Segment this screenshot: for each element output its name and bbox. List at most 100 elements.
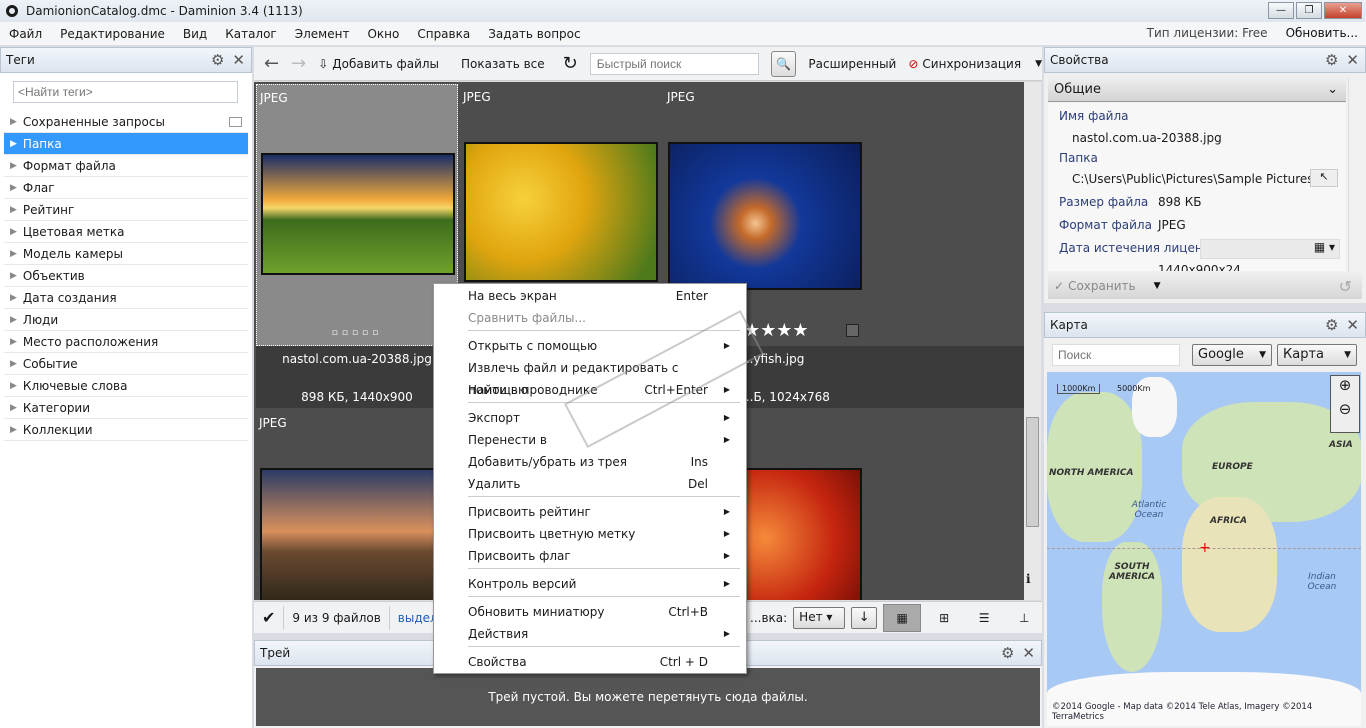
map-search-input[interactable] — [1052, 344, 1180, 366]
expand-triangle-icon[interactable]: ▶ — [10, 249, 17, 259]
expand-triangle-icon[interactable]: ▶ — [10, 359, 17, 369]
advanced-search-button[interactable]: Расширенный — [808, 57, 896, 71]
expand-triangle-icon[interactable]: ▶ — [10, 381, 17, 391]
license-date-picker[interactable]: ▦ ▾ — [1200, 239, 1340, 259]
context-menu-item[interactable]: Контроль версий ▶ — [468, 573, 738, 595]
save-button[interactable]: ✓ Сохранить ▼ ↺ — [1048, 273, 1362, 299]
map-type-select[interactable]: Карта ▼ — [1277, 344, 1357, 366]
context-menu-item[interactable]: Удалить Del — [468, 473, 738, 495]
tag-item[interactable]: ▶ Ключевые слова — [4, 375, 248, 397]
expand-triangle-icon[interactable]: ▶ — [10, 315, 17, 325]
sort-direction-button[interactable]: ↓ — [851, 606, 878, 629]
tag-item[interactable]: ▶ Модель камеры — [4, 243, 248, 265]
expand-triangle-icon[interactable]: ▶ — [10, 337, 17, 347]
gear-icon[interactable]: ⚙ — [211, 51, 224, 69]
grid-scrollbar[interactable]: i — [1024, 82, 1041, 600]
menu-file[interactable]: Файл — [0, 27, 51, 41]
tag-item[interactable]: ▶ Категории — [4, 397, 248, 419]
thumbnail-item[interactable]: JPEG — [256, 410, 458, 600]
tag-item[interactable]: ▶ Место расположения — [4, 331, 248, 353]
tag-item[interactable]: ▶ Сохраненные запросы — [4, 111, 248, 133]
sort-select[interactable]: Нет ▾ — [793, 606, 846, 629]
expand-triangle-icon[interactable]: ▶ — [10, 205, 17, 215]
maximize-button[interactable]: ❐ — [1296, 2, 1322, 19]
view-filmstrip-icon[interactable]: ⊥ — [1007, 611, 1041, 625]
back-arrow-icon[interactable]: ← — [264, 53, 279, 74]
menu-view[interactable]: Вид — [174, 27, 216, 41]
map-provider-select[interactable]: Google ▼ — [1192, 344, 1272, 366]
tag-item[interactable]: ▶ Объектив — [4, 265, 248, 287]
context-menu-item[interactable]: Добавить/убрать из трея Ins — [468, 451, 738, 473]
chevron-down-icon[interactable]: ▼ — [1154, 281, 1161, 291]
close-icon[interactable]: ✕ — [232, 51, 245, 69]
tag-item[interactable]: ▶ Формат файла — [4, 155, 248, 177]
context-menu-item[interactable]: Обновить миниатюру Ctrl+B — [468, 601, 738, 623]
zoom-out-icon[interactable]: ⊖ — [1331, 400, 1359, 418]
menu-ask-question[interactable]: Задать вопрос — [479, 27, 589, 41]
expand-triangle-icon[interactable]: ▶ — [10, 183, 17, 193]
view-grid-icon[interactable]: ⊞ — [927, 611, 961, 625]
tag-item[interactable]: ▶ Флаг — [4, 177, 248, 199]
section-general[interactable]: Общие ⌄ — [1048, 78, 1346, 102]
gear-icon[interactable]: ⚙ — [1325, 51, 1338, 69]
context-menu-item[interactable]: Действия ▶ — [468, 623, 738, 645]
tag-item[interactable]: ▶ Люди — [4, 309, 248, 331]
close-icon[interactable]: ✕ — [1346, 51, 1359, 69]
expand-triangle-icon[interactable]: ▶ — [10, 293, 17, 303]
properties-scrollbar[interactable] — [1348, 78, 1362, 272]
tag-item[interactable]: ▶ Цветовая метка — [4, 221, 248, 243]
refresh-icon[interactable]: ↻ — [563, 53, 578, 74]
expand-triangle-icon[interactable]: ▶ — [10, 271, 17, 281]
search-button[interactable]: 🔍 — [770, 50, 797, 77]
tag-item[interactable]: ▶ Папка — [4, 133, 248, 155]
close-window-button[interactable]: ✕ — [1324, 2, 1362, 19]
thumbnail-item[interactable]: JPEG ▫▫▫▫▫ — [256, 84, 458, 346]
flag-checkbox[interactable] — [846, 324, 859, 337]
world-map[interactable]: + 1000Km 5000Km NORTH AMERICA EUROPE ASI… — [1047, 372, 1361, 726]
tags-panel: Теги ⚙ ✕ ▶ Сохраненные запросы ▶ Папка ▶ Форма… — [0, 47, 252, 728]
gear-icon[interactable]: ⚙ — [1001, 644, 1014, 662]
gear-icon[interactable]: ⚙ — [1325, 316, 1338, 334]
update-link[interactable]: Обновить... — [1286, 26, 1358, 40]
sync-button[interactable]: ⊘ Синхронизация ▼ — [908, 57, 1042, 71]
context-menu-item[interactable]: На весь экран Enter — [468, 285, 738, 307]
tag-item[interactable]: ▶ Дата создания — [4, 287, 248, 309]
add-files-button[interactable]: ⇩ Добавить файлы — [318, 57, 439, 71]
tag-item-label: Модель камеры — [22, 246, 123, 261]
zoom-in-icon[interactable]: ⊕ — [1331, 376, 1359, 394]
expand-triangle-icon[interactable]: ▶ — [10, 403, 17, 413]
expand-triangle-icon[interactable]: ▶ — [10, 139, 17, 149]
context-menu-item[interactable]: Присвоить рейтинг ▶ — [468, 501, 738, 523]
menu-help[interactable]: Справка — [408, 27, 479, 41]
quick-search-input[interactable] — [589, 52, 759, 75]
view-list-icon[interactable]: ☰ — [967, 611, 1001, 625]
checkmark-icon[interactable]: ✔ — [254, 605, 285, 630]
show-all-button[interactable]: Показать все — [461, 57, 545, 71]
expand-triangle-icon[interactable]: ▶ — [10, 425, 17, 435]
expand-triangle-icon[interactable]: ▶ — [10, 227, 17, 237]
close-icon[interactable]: ✕ — [1346, 316, 1359, 334]
view-large-thumbnails-icon[interactable]: ▦ — [883, 603, 922, 632]
undo-icon[interactable]: ↺ — [1339, 277, 1352, 296]
tag-item[interactable]: ▶ Событие — [4, 353, 248, 375]
forward-arrow-icon[interactable]: → — [291, 53, 306, 74]
menu-item[interactable]: Элемент — [286, 27, 359, 41]
expand-triangle-icon[interactable]: ▶ — [10, 117, 17, 127]
info-icon[interactable]: i — [1026, 572, 1031, 586]
context-menu-item[interactable]: Свойства Ctrl + D — [468, 651, 738, 673]
tag-item[interactable]: ▶ Рейтинг — [4, 199, 248, 221]
menu-catalog[interactable]: Каталог — [216, 27, 286, 41]
tag-item[interactable]: ▶ Коллекции — [4, 419, 248, 441]
rating-dots[interactable]: ▫▫▫▫▫ — [257, 328, 457, 338]
tags-search-input[interactable] — [13, 81, 238, 103]
menu-window[interactable]: Окно — [358, 27, 408, 41]
menu-edit[interactable]: Редактирование — [51, 27, 174, 41]
context-menu-item[interactable]: Присвоить флаг ▶ — [468, 545, 738, 567]
minimize-button[interactable]: — — [1268, 2, 1294, 19]
close-icon[interactable]: ✕ — [1022, 644, 1035, 662]
scrollbar-thumb[interactable] — [1026, 417, 1039, 527]
expand-triangle-icon[interactable]: ▶ — [10, 161, 17, 171]
context-menu-item[interactable]: Присвоить цветную метку ▶ — [468, 523, 738, 545]
context-menu-item[interactable]: Сравнить файлы... — [468, 307, 738, 329]
open-folder-button[interactable]: ↖ — [1310, 169, 1338, 187]
